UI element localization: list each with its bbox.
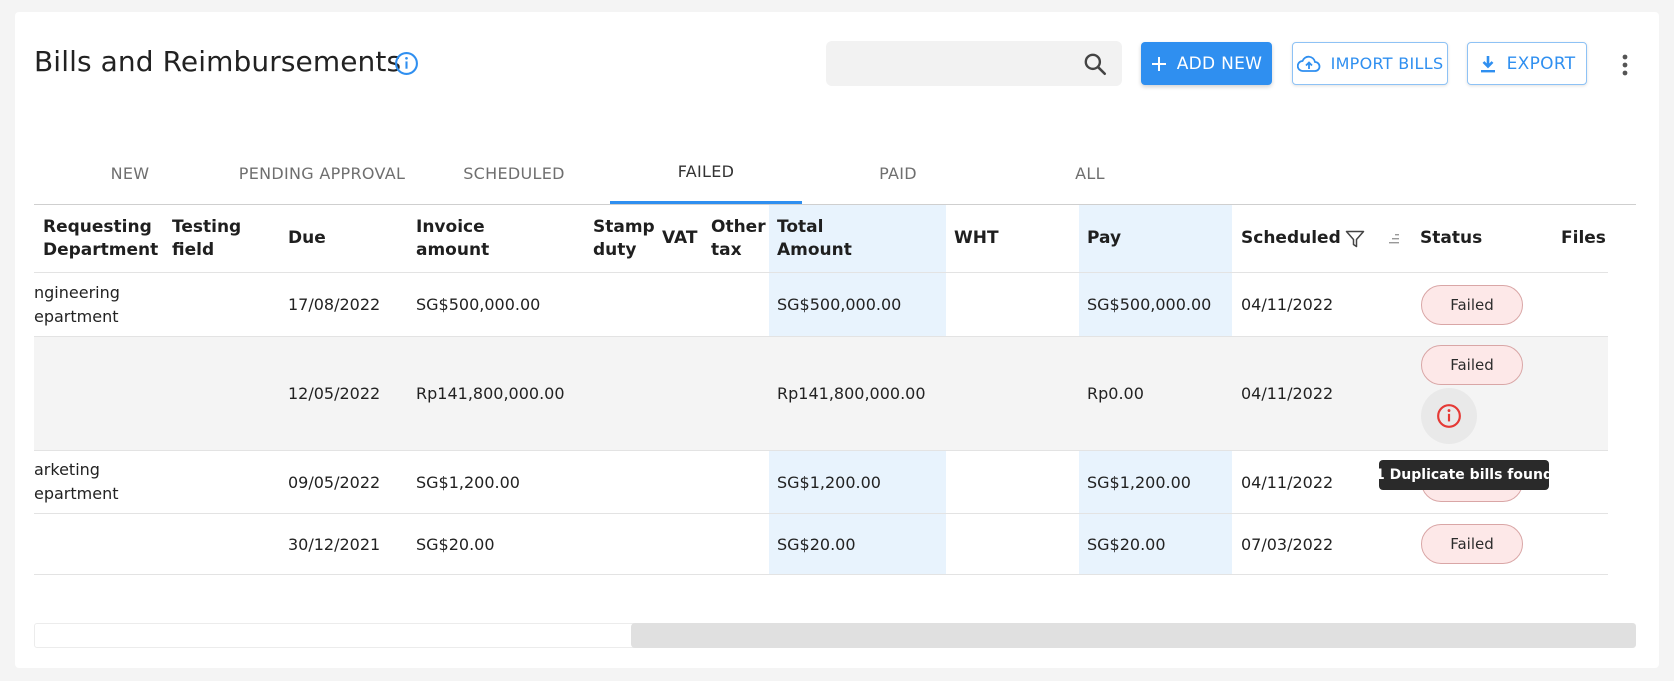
- header-wht[interactable]: WHT: [954, 205, 999, 272]
- filter-icon[interactable]: [1345, 230, 1365, 248]
- header-vat[interactable]: VAT: [662, 205, 697, 272]
- search-box: [826, 41, 1122, 86]
- bills-card: Bills and Reimbursements ADD NEW IMPORT …: [15, 12, 1659, 668]
- row-due: 12/05/2022: [288, 384, 381, 403]
- tab-pending-approval[interactable]: PENDING APPROVAL: [226, 142, 418, 204]
- header-total-amount[interactable]: Total Amount: [777, 205, 852, 272]
- row-invoice-amount: Rp141,800,000.00: [416, 384, 565, 403]
- row-invoice-amount: SG$1,200.00: [416, 472, 520, 492]
- row-scheduled: 07/03/2022: [1241, 534, 1334, 554]
- row-due: 30/12/2021: [288, 534, 381, 554]
- status-tabs: NEW PENDING APPROVAL SCHEDULED FAILED PA…: [34, 142, 1636, 205]
- more-options-icon[interactable]: [1619, 52, 1631, 78]
- search-input[interactable]: [826, 41, 1066, 86]
- row-department: ngineering epartment: [34, 282, 120, 326]
- table-row[interactable]: arketing epartment 09/05/2022 SG$1,200.00…: [34, 450, 1608, 513]
- header-other-tax[interactable]: Other tax: [711, 205, 766, 272]
- table-row[interactable]: 12/05/2022 Rp141,800,000.00 Rp141,800,00…: [34, 336, 1608, 450]
- bills-table: Requesting Department Testing field Due In…: [34, 205, 1636, 575]
- row-pay: SG$1,200.00: [1087, 472, 1191, 492]
- row-invoice-amount: SG$20.00: [416, 534, 495, 554]
- import-bills-label: IMPORT BILLS: [1330, 54, 1444, 73]
- export-label: EXPORT: [1506, 53, 1576, 74]
- row-pay: SG$20.00: [1087, 534, 1166, 554]
- export-button[interactable]: EXPORT: [1467, 42, 1587, 85]
- row-total-amount: Rp141,800,000.00: [777, 384, 926, 403]
- row-department: arketing epartment: [34, 460, 119, 503]
- tab-new[interactable]: NEW: [34, 142, 226, 204]
- cloud-upload-icon: [1296, 55, 1320, 72]
- add-new-button[interactable]: ADD NEW: [1141, 42, 1272, 85]
- header-scheduled-label: Scheduled: [1241, 228, 1341, 248]
- header-due[interactable]: Due: [288, 205, 326, 272]
- row-invoice-amount: SG$500,000.00: [416, 295, 541, 314]
- row-total-amount: SG$500,000.00: [777, 295, 902, 314]
- header-scheduled[interactable]: Scheduled: [1241, 205, 1405, 272]
- search-icon[interactable]: [1082, 51, 1108, 77]
- page-title: Bills and Reimbursements: [34, 45, 402, 78]
- add-new-label: ADD NEW: [1176, 53, 1263, 74]
- row-scheduled: 04/11/2022: [1241, 295, 1334, 314]
- row-pay: SG$500,000.00: [1087, 295, 1212, 314]
- tab-paid[interactable]: PAID: [802, 142, 994, 204]
- header-stamp-duty[interactable]: Stamp duty: [593, 205, 655, 272]
- header-files[interactable]: Files: [1561, 205, 1606, 272]
- status-badge: Failed: [1421, 345, 1523, 385]
- alert-info-icon: [1437, 404, 1461, 428]
- import-bills-button[interactable]: IMPORT BILLS: [1292, 42, 1448, 85]
- row-total-amount: SG$1,200.00: [777, 472, 881, 492]
- table-row[interactable]: 30/12/2021 SG$20.00 SG$20.00 SG$20.00 07…: [34, 513, 1608, 575]
- horizontal-scrollbar-thumb[interactable]: [631, 623, 1636, 648]
- row-scheduled: 04/11/2022: [1241, 384, 1334, 403]
- table-row[interactable]: ngineering epartment 17/08/2022 SG$500,00…: [34, 272, 1608, 336]
- header-status[interactable]: Status: [1420, 205, 1482, 272]
- tab-scheduled[interactable]: SCHEDULED: [418, 142, 610, 204]
- row-due: 17/08/2022: [288, 295, 381, 314]
- plus-icon: [1151, 56, 1166, 71]
- row-scheduled: 04/11/2022: [1241, 472, 1334, 492]
- tab-failed[interactable]: FAILED: [610, 142, 802, 204]
- header-invoice-amount[interactable]: Invoice amount: [416, 205, 489, 272]
- tab-all[interactable]: ALL: [994, 142, 1186, 204]
- sort-icon[interactable]: [1387, 232, 1405, 246]
- duplicate-warning-button[interactable]: [1421, 388, 1477, 444]
- status-badge: Failed: [1421, 524, 1523, 564]
- header-testing-field[interactable]: Testing field: [172, 205, 241, 272]
- header-requesting-department[interactable]: Requesting Department: [43, 205, 158, 272]
- duplicate-bills-tooltip: 1 Duplicate bills found: [1375, 460, 1553, 490]
- row-total-amount: SG$20.00: [777, 534, 856, 554]
- status-badge: Failed: [1421, 285, 1523, 325]
- row-due: 09/05/2022: [288, 472, 381, 492]
- header-pay[interactable]: Pay: [1087, 205, 1121, 272]
- row-pay: Rp0.00: [1087, 384, 1144, 403]
- info-icon[interactable]: [394, 51, 419, 76]
- download-icon: [1480, 55, 1495, 72]
